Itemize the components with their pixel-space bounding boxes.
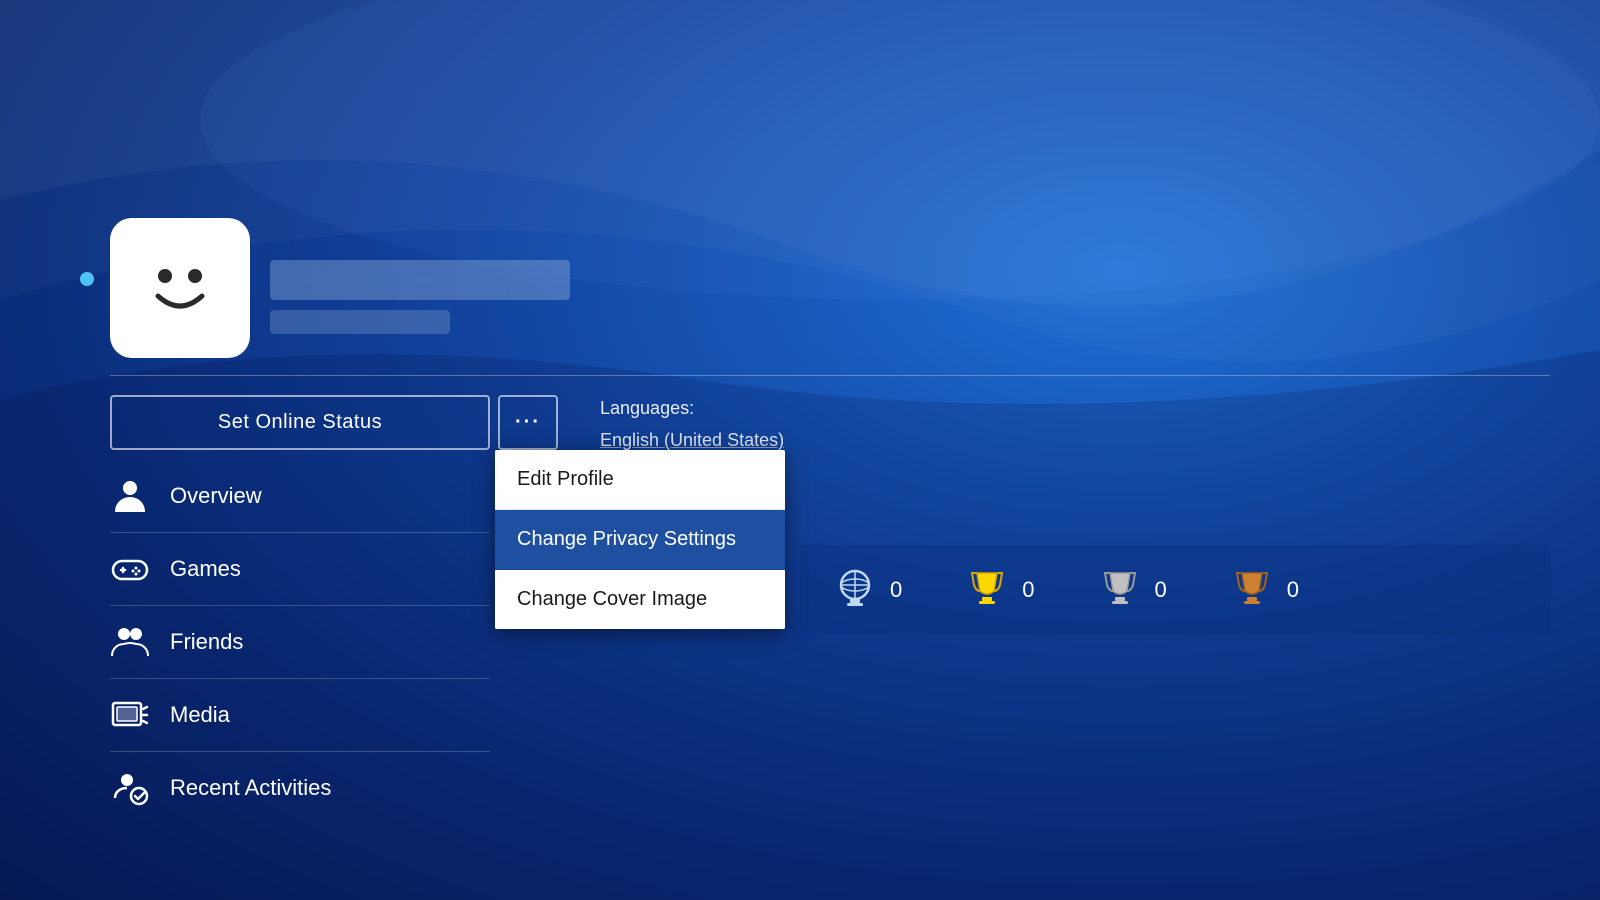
friends-icon — [110, 622, 150, 662]
media-label: Media — [170, 702, 230, 728]
trophies-section: 0 0 — [800, 545, 1550, 635]
sidebar-nav: Overview Games — [110, 460, 490, 824]
main-content: Set Online Status ··· Languages: English… — [0, 0, 1600, 900]
silver-trophy-item: 0 — [1095, 565, 1167, 615]
online-status-indicator — [80, 272, 94, 286]
avatar-face-icon — [130, 238, 230, 338]
sidebar-item-games[interactable]: Games — [110, 533, 490, 606]
profile-separator — [110, 375, 1550, 376]
avatar — [110, 218, 250, 358]
languages-value: English (United States) — [600, 430, 784, 451]
silver-trophy-count: 0 — [1155, 577, 1167, 603]
username-blur — [270, 260, 570, 300]
username-sub-blur — [270, 310, 450, 334]
set-online-status-button[interactable]: Set Online Status — [110, 395, 490, 450]
gold-trophy-item: 0 — [962, 565, 1034, 615]
gamepad-icon — [110, 549, 150, 589]
languages-label: Languages: — [600, 398, 694, 419]
sidebar-item-media[interactable]: Media — [110, 679, 490, 752]
bronze-trophy-count: 0 — [1287, 577, 1299, 603]
gold-trophy-count: 0 — [1022, 577, 1034, 603]
bronze-trophy-icon — [1227, 565, 1277, 615]
change-cover-image-item[interactable]: Change Cover Image — [495, 570, 785, 629]
sidebar-item-friends[interactable]: Friends — [110, 606, 490, 679]
username-area — [270, 260, 570, 334]
more-options-button[interactable]: ··· — [498, 395, 558, 450]
platinum-trophy-count: 0 — [890, 577, 902, 603]
platinum-trophy-item: 0 — [830, 565, 902, 615]
edit-profile-item[interactable]: Edit Profile — [495, 450, 785, 510]
media-icon — [110, 695, 150, 735]
change-privacy-settings-item[interactable]: Change Privacy Settings — [495, 510, 785, 570]
gold-trophy-icon — [962, 565, 1012, 615]
sidebar-item-overview[interactable]: Overview — [110, 460, 490, 533]
silver-trophy-icon — [1095, 565, 1145, 615]
recent-activities-label: Recent Activities — [170, 775, 331, 801]
person-icon — [110, 476, 150, 516]
friends-label: Friends — [170, 629, 243, 655]
games-label: Games — [170, 556, 241, 582]
bronze-trophy-item: 0 — [1227, 565, 1299, 615]
overview-label: Overview — [170, 483, 262, 509]
sidebar-item-recent-activities[interactable]: Recent Activities — [110, 752, 490, 824]
platinum-trophy-icon — [830, 565, 880, 615]
context-menu: Edit Profile Change Privacy Settings Cha… — [495, 450, 785, 629]
activities-icon — [110, 768, 150, 808]
